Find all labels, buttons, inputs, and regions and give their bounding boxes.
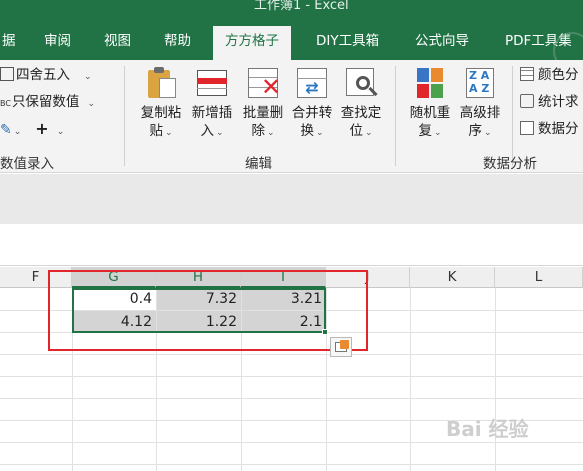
group-separator bbox=[124, 66, 125, 166]
group-separator bbox=[395, 66, 396, 166]
stat-icon bbox=[520, 94, 534, 108]
title-bar: 工作簿1 - Excel bbox=[0, 0, 583, 26]
color-blocks-icon bbox=[413, 66, 447, 100]
tab-view[interactable]: 视图 bbox=[104, 26, 131, 60]
keep-value-button[interactable]: BC只保留数值 ⌄ bbox=[0, 91, 95, 113]
advanced-sort-button[interactable]: Z AA Z 高级排 序 ⌄ bbox=[455, 66, 505, 142]
group-label-number-entry: 数值录入 bbox=[0, 156, 54, 172]
column-header-k[interactable]: K bbox=[410, 267, 495, 288]
pencil-icon: ✎ bbox=[0, 122, 12, 138]
round-icon bbox=[0, 67, 14, 81]
column-header-l[interactable]: L bbox=[495, 267, 583, 288]
clipboard-icon bbox=[144, 66, 178, 100]
quick-analysis-icon[interactable] bbox=[330, 337, 352, 357]
random-repeat-button[interactable]: 随机重 复 ⌄ bbox=[405, 66, 455, 142]
find-locate-button[interactable]: 查找定 位 ⌄ bbox=[336, 66, 386, 142]
stat-sum-button[interactable]: 统计求 bbox=[520, 91, 579, 113]
magnifier-icon bbox=[344, 66, 378, 100]
data-analysis-icon bbox=[520, 121, 534, 135]
copy-paste-button[interactable]: 复制粘 贴 ⌄ bbox=[136, 66, 186, 142]
ribbon: 四舍五入 ⌄ BC只保留数值 ⌄ ✎ ⌄ + ⌄ 数值录入 复制粘 贴 ⌄ 新增插 入 ⌄ ✕… bbox=[0, 60, 583, 173]
data-analysis-button[interactable]: 数据分 bbox=[520, 118, 579, 140]
highlight-box bbox=[48, 270, 368, 351]
formula-bar[interactable] bbox=[0, 224, 583, 266]
merge-icon: ⇄ bbox=[295, 66, 329, 100]
batch-delete-button[interactable]: ✕ 批量删 除 ⌄ bbox=[238, 66, 288, 142]
watermark: Bai 经验 bbox=[446, 417, 529, 441]
tab-formula-wizard[interactable]: 公式向导 bbox=[415, 26, 469, 60]
ribbon-tab-bar: 据 审阅 视图 帮助 方方格子 DIY工具箱 公式向导 PDF工具集 bbox=[0, 26, 583, 70]
merge-convert-button[interactable]: ⇄ 合并转 换 ⌄ bbox=[287, 66, 337, 142]
edit-value-button[interactable]: ✎ ⌄ + ⌄ bbox=[0, 118, 64, 140]
sort-az-icon: Z AA Z bbox=[463, 66, 497, 100]
insert-button[interactable]: 新增插 入 ⌄ bbox=[187, 66, 237, 142]
plus-icon[interactable]: + bbox=[35, 119, 48, 138]
tab-diy-toolbox[interactable]: DIY工具箱 bbox=[316, 26, 379, 60]
delete-grid-icon: ✕ bbox=[246, 66, 281, 100]
color-classify-button[interactable]: 颜色分 bbox=[520, 64, 579, 86]
tab-help[interactable]: 帮助 bbox=[164, 26, 191, 60]
group-label-edit: 编辑 bbox=[245, 156, 272, 172]
tab-review[interactable]: 审阅 bbox=[44, 26, 71, 60]
tab-fangfang[interactable]: 方方格子 bbox=[213, 26, 291, 60]
abc-icon: BC bbox=[0, 99, 11, 108]
round-button[interactable]: 四舍五入 ⌄ bbox=[0, 64, 92, 86]
group-label-data-analysis: 数据分析 bbox=[483, 156, 537, 172]
group-separator bbox=[512, 66, 513, 166]
window-title: 工作簿1 - Excel bbox=[254, 0, 349, 13]
color-classify-icon bbox=[520, 67, 534, 81]
toolbar-area bbox=[0, 174, 583, 224]
tab-data[interactable]: 据 bbox=[2, 26, 16, 60]
insert-icon bbox=[195, 66, 229, 100]
